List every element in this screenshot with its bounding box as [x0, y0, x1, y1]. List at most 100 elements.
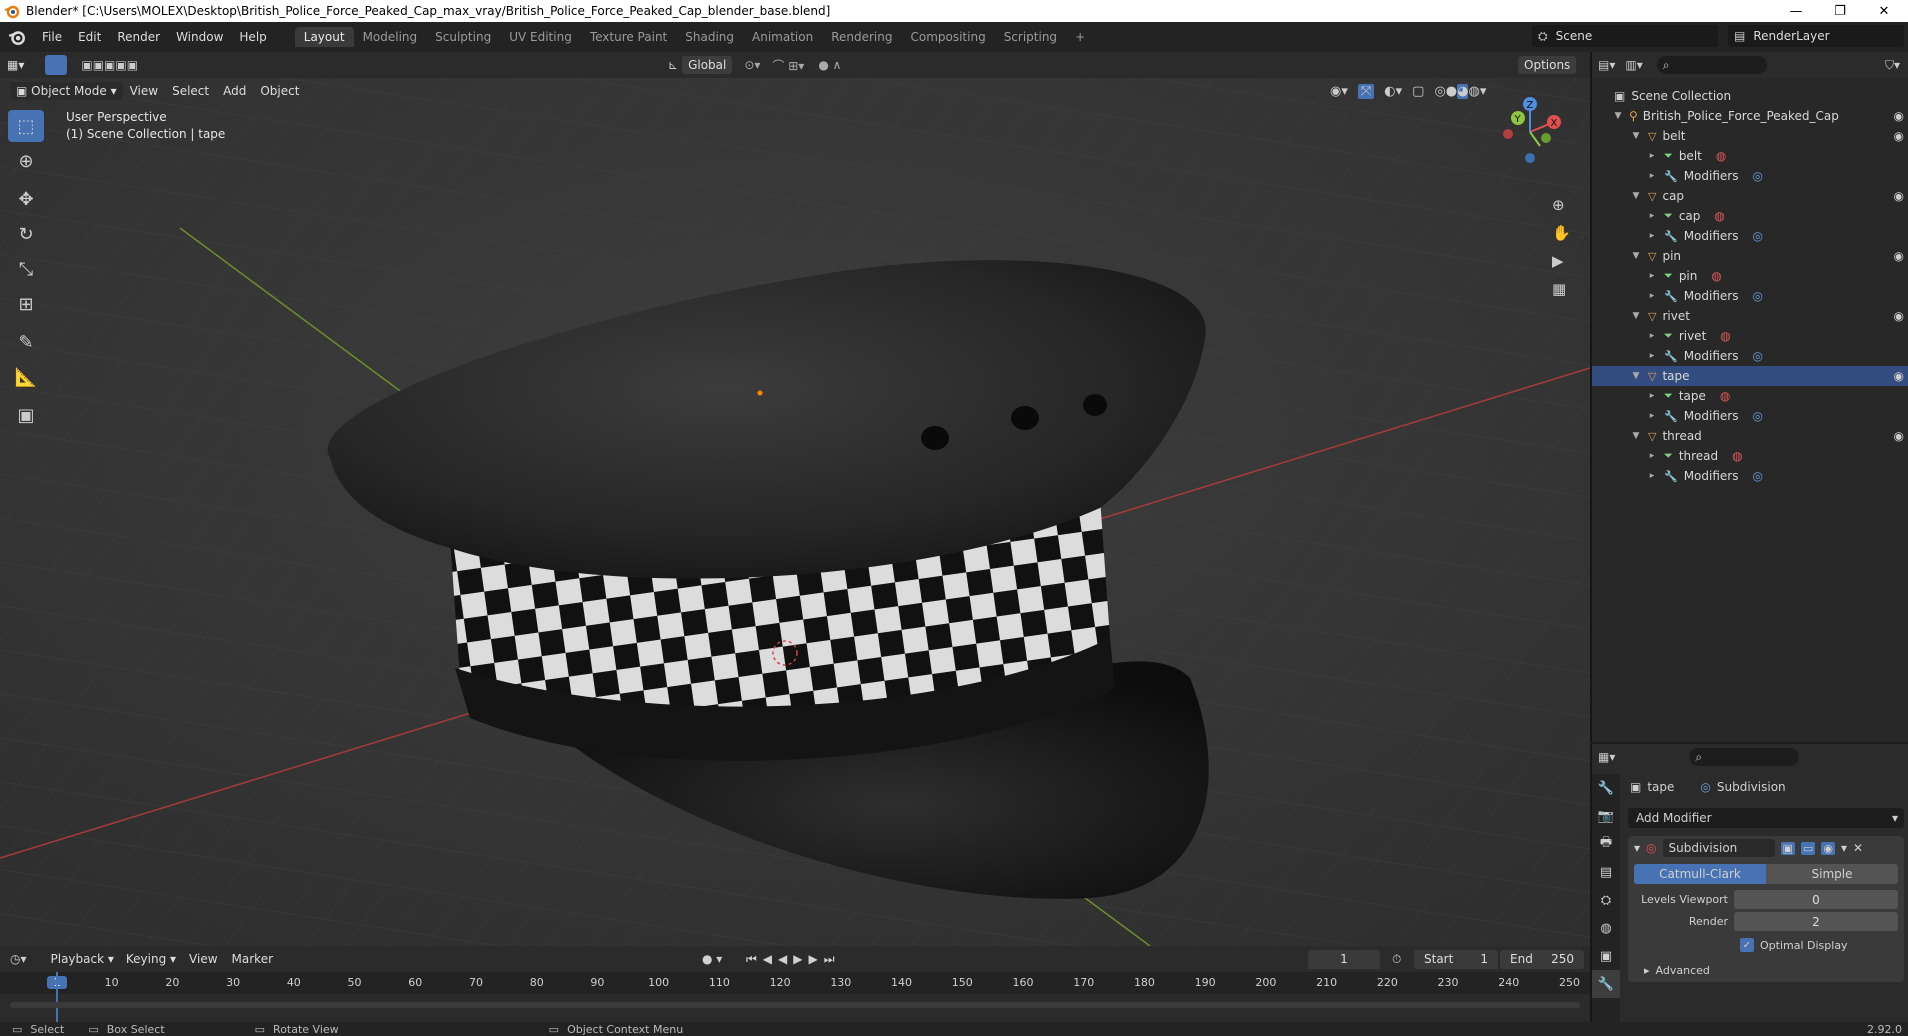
outliner-mesh-pin[interactable]: ▸ ⏷ pin ◍ — [1592, 266, 1908, 286]
tab-texture-paint[interactable]: Texture Paint — [581, 27, 676, 47]
menu-edit[interactable]: Edit — [70, 30, 109, 44]
display-mode-icon[interactable]: ▥▾ — [1625, 58, 1642, 72]
gizmo-toggle-icon[interactable]: ⤧ — [1357, 83, 1375, 99]
levels-viewport-field[interactable]: 0 — [1734, 890, 1898, 909]
eye-icon[interactable]: ◉ — [1894, 429, 1904, 443]
outliner-modifiers-thread[interactable]: ▸ 🔧 Modifiers ◎ — [1592, 466, 1908, 486]
subdivision-icon[interactable]: ◎ — [1752, 289, 1762, 303]
start-frame-field[interactable]: Start 1 — [1414, 949, 1498, 969]
outliner-mesh-belt[interactable]: ▸ ⏷ belt ◍ — [1592, 146, 1908, 166]
transform-orientation-dropdown[interactable]: Global — [682, 56, 733, 74]
object-tab-icon[interactable]: ▣ — [1592, 942, 1620, 970]
output-tab-icon[interactable]: 🖶 — [1592, 830, 1620, 858]
properties-search-input[interactable]: ⌕ — [1689, 748, 1800, 766]
outliner-object-pin[interactable]: ▼ ▽ pin ◉ — [1592, 246, 1908, 266]
measure-icon[interactable]: 📐 — [8, 361, 44, 393]
select-box-icon[interactable]: ⬚ — [8, 110, 44, 142]
menu-help[interactable]: Help — [231, 30, 274, 44]
eye-icon[interactable]: ◉ — [1894, 109, 1904, 123]
close-button[interactable]: ✕ — [1862, 0, 1906, 22]
outliner-modifiers-cap[interactable]: ▸ 🔧 Modifiers ◎ — [1592, 226, 1908, 246]
tab-sculpting[interactable]: Sculpting — [426, 27, 500, 47]
snap-icon[interactable]: ⌒ ⊞▾ — [772, 57, 804, 74]
tab-rendering[interactable]: Rendering — [822, 27, 901, 47]
subdivision-icon[interactable]: ◎ — [1752, 229, 1762, 243]
tab-scripting[interactable]: Scripting — [995, 27, 1066, 47]
select-tool-icon[interactable] — [45, 55, 68, 75]
tab-shading[interactable]: Shading — [676, 27, 743, 47]
ortho-grid-icon[interactable]: ▦ — [1552, 280, 1571, 298]
menu-add[interactable]: Add — [216, 84, 253, 98]
minimize-button[interactable]: — — [1774, 0, 1818, 22]
filter-icon[interactable]: ⛉▾ — [1885, 58, 1900, 73]
modifier-name-input[interactable]: Subdivision — [1662, 839, 1775, 857]
chevron-down-icon[interactable]: ▼ — [1630, 191, 1642, 201]
simple-button[interactable]: Simple — [1766, 864, 1898, 884]
chevron-down-icon[interactable]: ▼ — [1630, 251, 1642, 261]
eye-icon[interactable]: ◉ — [1894, 129, 1904, 143]
camera-view-icon[interactable]: ▶ — [1552, 252, 1571, 270]
outliner-modifiers-pin[interactable]: ▸ 🔧 Modifiers ◎ — [1592, 286, 1908, 306]
zoom-icon[interactable]: ⊕ — [1552, 196, 1571, 214]
eye-icon[interactable]: ◉ — [1894, 309, 1904, 323]
edit-mode-toggle-icon[interactable]: ▣ — [1780, 841, 1795, 855]
material-icon[interactable]: ◍ — [1720, 389, 1730, 403]
viewport-scene[interactable] — [0, 78, 1590, 946]
preview-range-icon[interactable]: ⏱ — [1392, 952, 1401, 967]
keying-dropdown[interactable]: Keying ▾ — [120, 950, 182, 968]
outliner-object-belt[interactable]: ▼ ▽ belt ◉ — [1592, 126, 1908, 146]
3d-viewport[interactable]: User Perspective (1) Scene Collection | … — [0, 78, 1590, 946]
tab-compositing[interactable]: Compositing — [901, 27, 994, 47]
add-modifier-dropdown[interactable]: Add Modifier ▾ — [1628, 808, 1904, 828]
frame-ruler[interactable]: 1102030405060708090100110120130140150160… — [0, 972, 1590, 994]
tab-animation[interactable]: Animation — [743, 27, 822, 47]
cursor-icon[interactable]: ⊕ — [8, 145, 44, 177]
scene-selector[interactable]: ⛭ Scene — [1532, 25, 1718, 47]
overlay-toggle-icon[interactable]: ◐▾ — [1384, 84, 1402, 99]
proportional-edit-icon[interactable]: ● ∧ — [818, 58, 841, 72]
render-layer-selector[interactable]: ▤ RenderLayer — [1728, 25, 1904, 47]
advanced-subpanel[interactable]: ▸ Advanced — [1644, 964, 1710, 977]
subdivision-icon[interactable]: ◎ — [1752, 169, 1762, 183]
outliner-scene-collection[interactable]: ▣ Scene Collection — [1592, 86, 1908, 106]
outliner-search-input[interactable]: ⌕ — [1656, 56, 1767, 74]
playback-controls[interactable]: ⏮◀◀▶▶⏭ — [746, 952, 841, 967]
optimal-display-checkbox[interactable]: ✓ — [1740, 938, 1754, 952]
timeline-marker-menu[interactable]: Marker — [225, 952, 280, 966]
xray-icon[interactable]: ▢ — [1412, 84, 1424, 99]
material-icon[interactable]: ◍ — [1720, 329, 1730, 343]
outliner-editor-icon[interactable]: ▤▾ — [1598, 58, 1615, 72]
menu-file[interactable]: File — [34, 30, 70, 44]
outliner-mesh-cap[interactable]: ▸ ⏷ cap ◍ — [1592, 206, 1908, 226]
chevron-right-icon[interactable]: ▸ — [1646, 231, 1658, 241]
playback-dropdown[interactable]: Playback ▾ — [45, 950, 120, 968]
outliner-modifiers-rivet[interactable]: ▸ 🔧 Modifiers ◎ — [1592, 346, 1908, 366]
pan-hand-icon[interactable]: ✋ — [1552, 224, 1571, 242]
shading-rendered-icon[interactable]: ◍▾ — [1468, 84, 1486, 99]
eye-icon[interactable]: ◉ — [1894, 369, 1904, 383]
add-workspace-button[interactable]: + — [1066, 27, 1094, 47]
shading-solid-icon[interactable]: ● — [1446, 84, 1457, 99]
current-frame-field[interactable]: 1 — [1308, 949, 1380, 969]
chevron-down-icon[interactable]: ▼ — [1630, 431, 1642, 441]
maximize-button[interactable]: ❐ — [1818, 0, 1862, 22]
subdivision-icon[interactable]: ◎ — [1752, 409, 1762, 423]
eye-icon[interactable]: ◉ — [1894, 249, 1904, 263]
material-icon[interactable]: ◍ — [1716, 149, 1726, 163]
world-tab-icon[interactable]: ◍ — [1592, 914, 1620, 942]
outliner-modifiers-tape[interactable]: ▸ 🔧 Modifiers ◎ — [1592, 406, 1908, 426]
outliner-mesh-rivet[interactable]: ▸ ⏷ rivet ◍ — [1592, 326, 1908, 346]
tab-uv-editing[interactable]: UV Editing — [500, 27, 581, 47]
timeline-scrollbar[interactable] — [10, 1002, 1580, 1008]
auto-keying-icon[interactable]: ● ▾ — [702, 952, 722, 966]
outliner-collection[interactable]: ▼ ⚲ British_Police_Force_Peaked_Cap ◉ — [1592, 106, 1908, 126]
chevron-right-icon[interactable]: ▸ — [1646, 211, 1658, 221]
chevron-down-icon[interactable]: ▼ — [1630, 371, 1642, 381]
navigation-gizmo[interactable]: X Y Z — [1490, 92, 1570, 172]
view-layer-tab-icon[interactable]: ▤ — [1592, 858, 1620, 886]
properties-editor-icon[interactable]: ▦▾ — [1598, 750, 1615, 764]
chevron-right-icon[interactable]: ▸ — [1646, 391, 1658, 401]
tab-modeling[interactable]: Modeling — [354, 27, 427, 47]
eye-icon[interactable]: ◉ — [1894, 189, 1904, 203]
menu-select[interactable]: Select — [165, 84, 216, 98]
